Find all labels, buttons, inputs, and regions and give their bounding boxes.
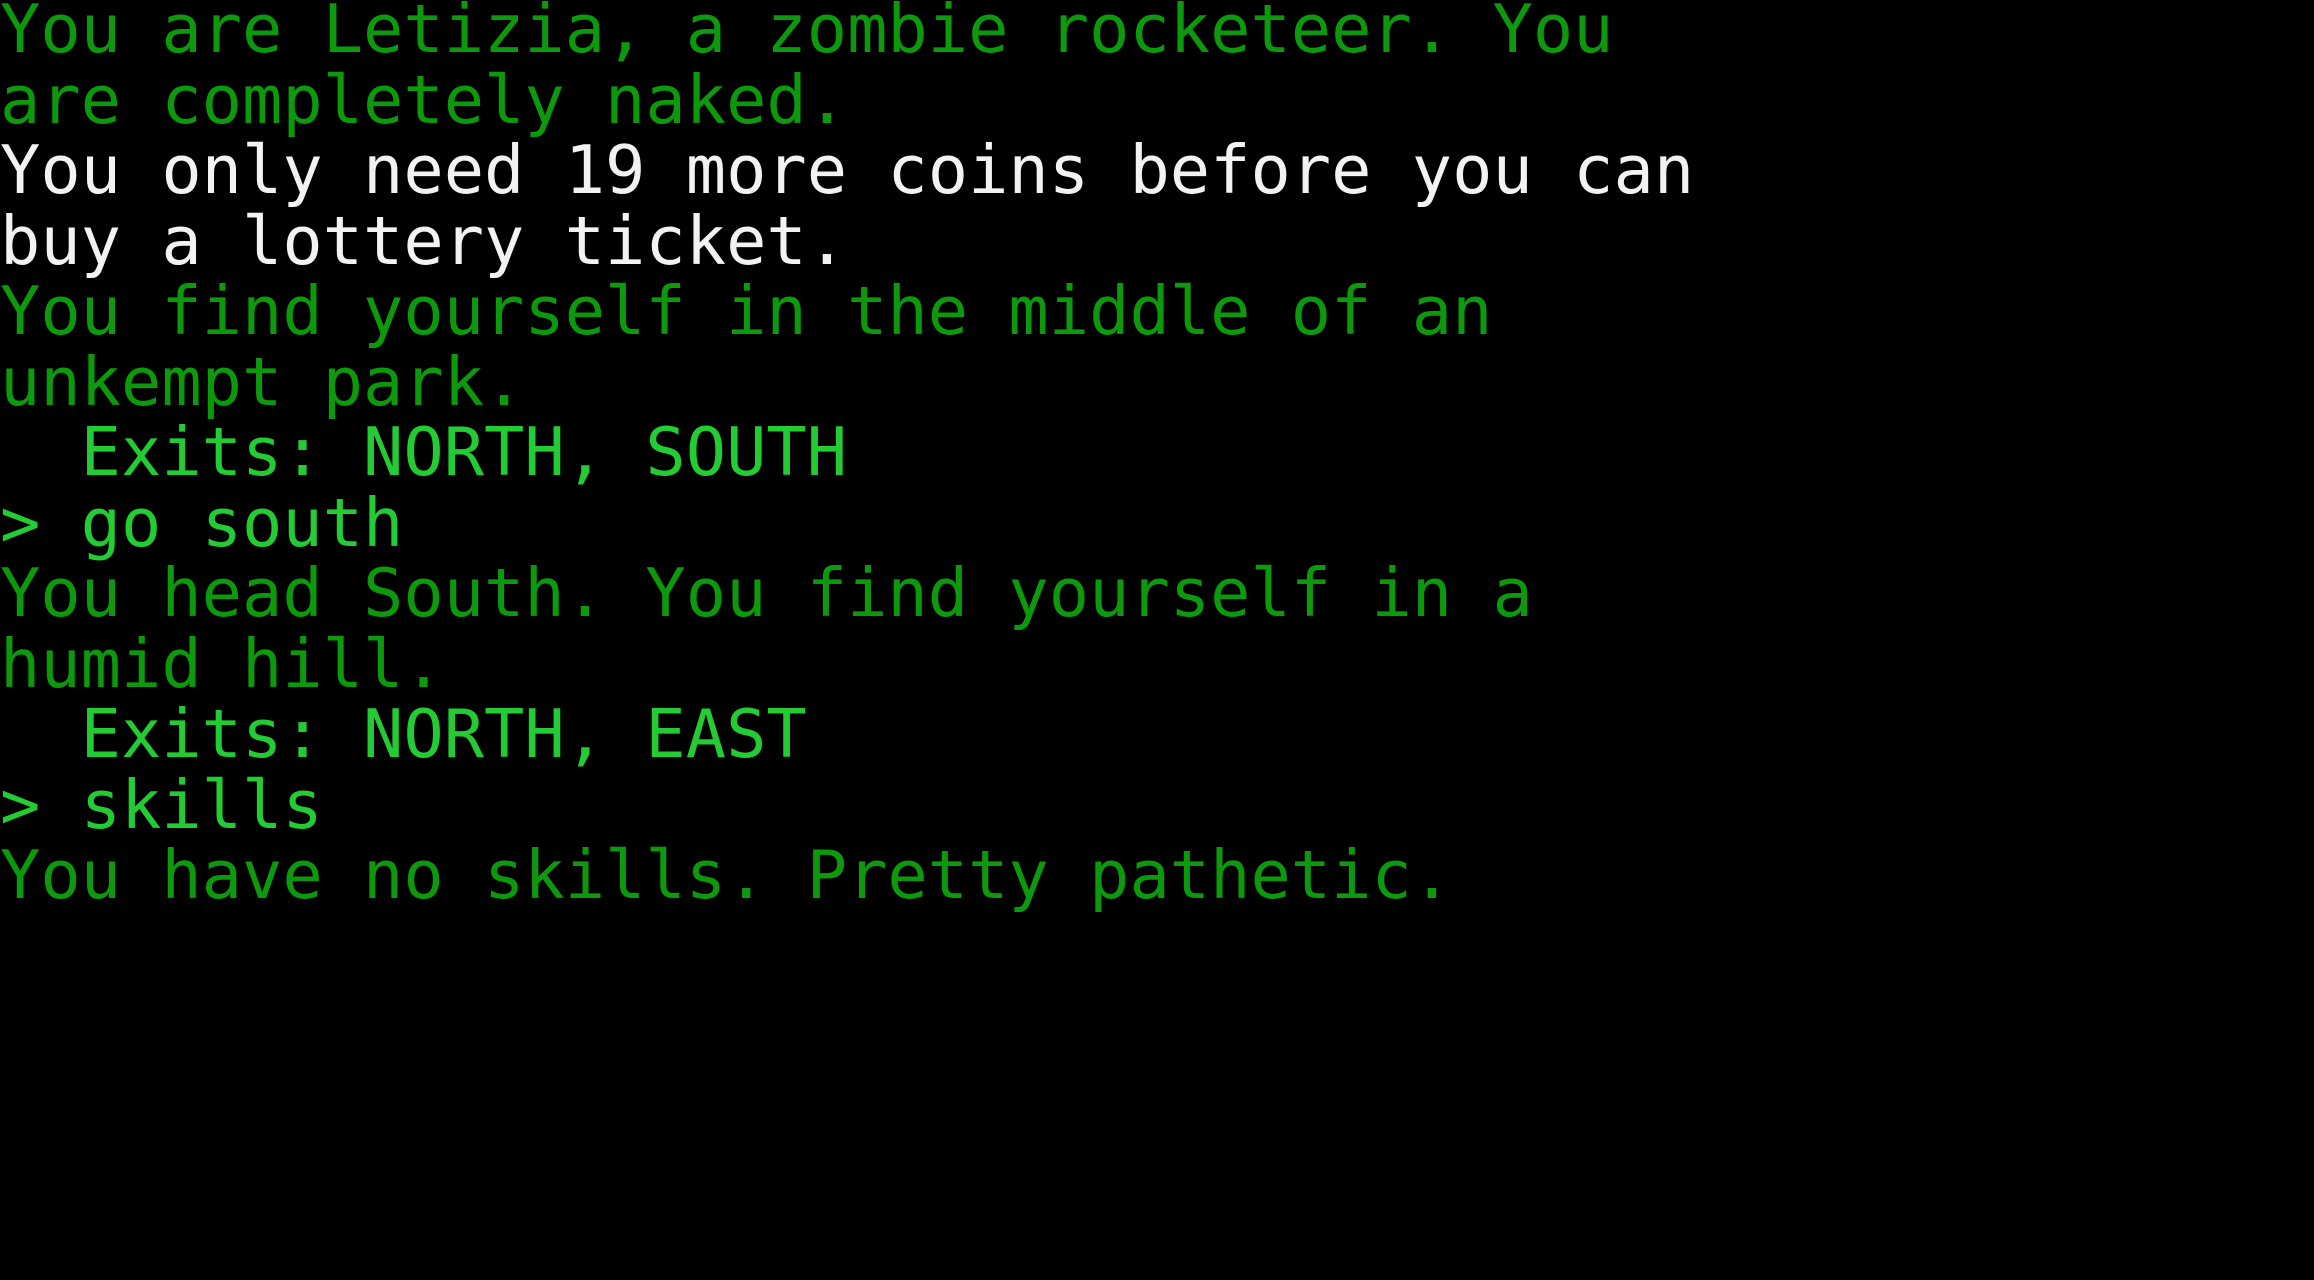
command-echo-go-south: > go south [0,483,404,562]
skills-result-line-1: You have no skills. Pretty pathetic. [0,836,1453,914]
exits-line-hill: Exits: NORTH, EAST [0,695,807,773]
coins-hint-line-2: buy a lottery ticket. [0,201,848,280]
terminal-screen[interactable]: You are Letizia, a zombie rocketeer. You… [0,0,2314,1280]
intro-line-1: You are Letizia, a zombie rocketeer. You [0,0,1614,68]
command-echo-skills: > skills [0,765,323,844]
exits-line-park: Exits: NORTH, SOUTH [0,413,848,491]
room-description-line-1: You find yourself in the middle of an [0,272,1493,350]
coins-hint-line-1: You only need 19 more coins before you c… [0,131,1695,209]
move-result-line-2: humid hill. [0,624,444,703]
intro-line-2: are completely naked. [0,60,848,139]
terminal-output-log: You are Letizia, a zombie rocketeer. You… [0,0,2314,911]
move-result-line-1: You head South. You find yourself in a [0,554,1533,632]
room-description-line-2: unkempt park. [0,342,525,421]
